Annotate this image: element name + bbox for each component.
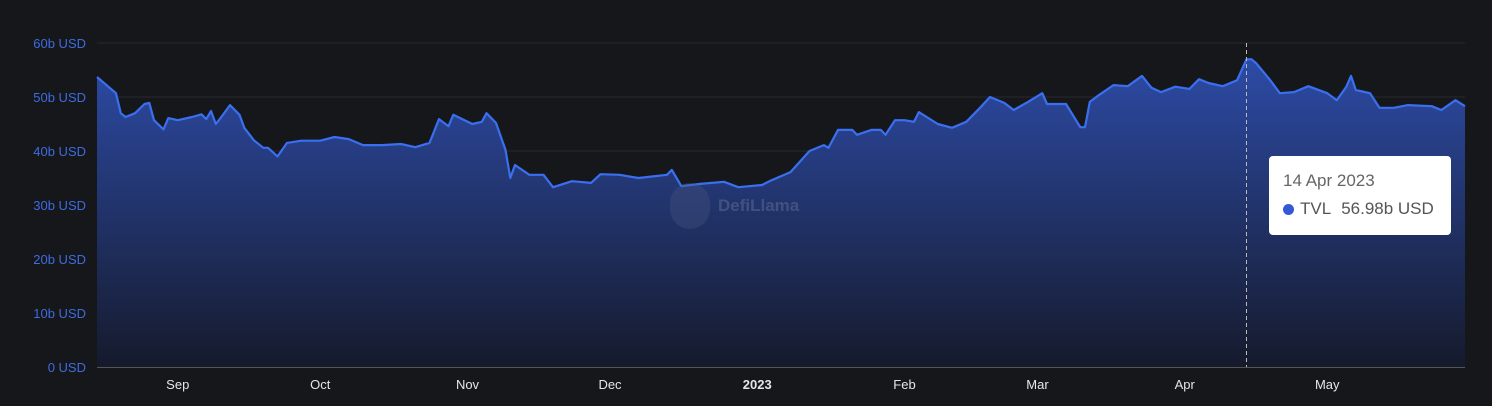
tooltip-value: 56.98b USD: [1341, 199, 1434, 218]
tooltip: 14 Apr 2023 TVL 56.98b USD: [1269, 156, 1451, 235]
y-tick-label: 0 USD: [48, 360, 86, 375]
y-tick-label: 20b USD: [33, 252, 86, 267]
y-tick-label: 50b USD: [33, 90, 86, 105]
x-tick-label: Dec: [598, 377, 622, 392]
series-dot-icon: [1283, 203, 1294, 215]
tooltip-series: TVL: [1300, 199, 1332, 218]
y-tick-label: 40b USD: [33, 144, 86, 159]
x-tick-label: May: [1315, 377, 1340, 392]
x-axis: Sep Oct Nov Dec 2023 Feb Mar Apr May: [166, 377, 1340, 392]
llama-logo-icon: [670, 183, 710, 229]
y-tick-label: 60b USD: [33, 36, 86, 51]
y-axis: 0 USD 10b USD 20b USD 30b USD 40b USD 50b USD…: [33, 36, 86, 375]
defillama-watermark: DefiLlama: [670, 183, 799, 229]
x-tick-label: Feb: [893, 377, 915, 392]
tooltip-date: 14 Apr 2023: [1283, 171, 1375, 190]
x-tick-label: 2023: [743, 377, 772, 392]
x-tick-label: Oct: [310, 377, 331, 392]
y-tick-label: 10b USD: [33, 306, 86, 321]
x-tick-label: Mar: [1026, 377, 1049, 392]
x-tick-label: Nov: [456, 377, 480, 392]
x-tick-label: Apr: [1175, 377, 1196, 392]
x-tick-label: Sep: [166, 377, 189, 392]
watermark-text: DefiLlama: [718, 196, 800, 215]
y-tick-label: 30b USD: [33, 198, 86, 213]
